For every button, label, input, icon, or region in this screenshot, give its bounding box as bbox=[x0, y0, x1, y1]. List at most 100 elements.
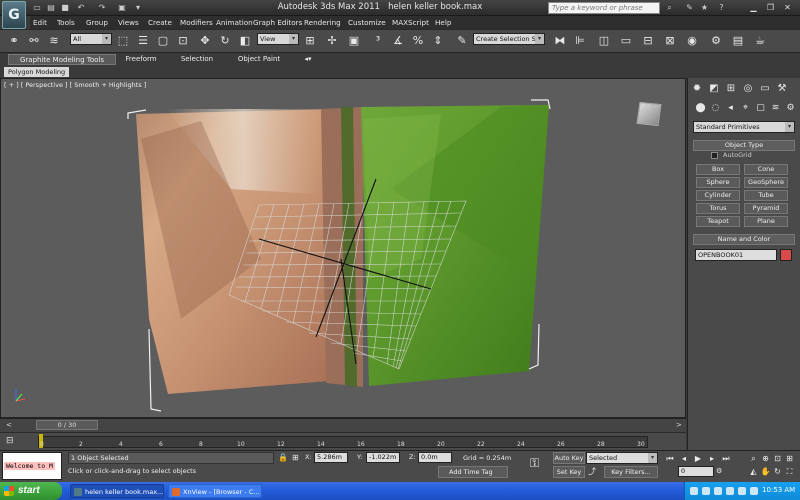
menu-edit[interactable]: Edit bbox=[33, 17, 47, 28]
z-coordinate-field[interactable]: 0.0m bbox=[418, 452, 452, 463]
reference-coordinate-dropdown[interactable]: View ▾ bbox=[257, 33, 299, 45]
open-file-icon[interactable]: ▤ bbox=[45, 2, 57, 13]
create-tab-icon[interactable]: ✹ bbox=[690, 82, 704, 96]
current-frame-field[interactable]: 0 bbox=[678, 466, 714, 477]
select-by-name-icon[interactable]: ☰ bbox=[135, 33, 151, 49]
maximize-viewport-icon[interactable]: ⛶ bbox=[784, 466, 795, 477]
minimize-icon[interactable]: ▁ bbox=[747, 2, 760, 13]
tray-icon-volume[interactable] bbox=[702, 487, 710, 495]
torus-button[interactable]: Torus bbox=[696, 203, 740, 214]
taskbar-item-xnview[interactable]: XnView - [Browser - C... bbox=[168, 484, 262, 498]
bind-space-warp-icon[interactable]: ≋ bbox=[46, 33, 62, 49]
tray-icon-update[interactable] bbox=[726, 487, 734, 495]
layer-manager-icon[interactable]: ◫ bbox=[596, 33, 612, 49]
project-folder-icon[interactable]: ▣ bbox=[116, 2, 128, 13]
application-button[interactable]: G bbox=[2, 1, 26, 29]
taskbar-item-3dsmax[interactable]: helen keller book.max... bbox=[70, 484, 164, 498]
teapot-button[interactable]: Teapot bbox=[696, 216, 740, 227]
absolute-mode-icon[interactable]: ⊞ bbox=[292, 453, 299, 462]
keyboard-shortcut-override-icon[interactable]: ▣ bbox=[346, 33, 362, 49]
taskbar-clock[interactable]: 10:53 AM bbox=[762, 486, 795, 494]
window-crossing-icon[interactable]: ⊡ bbox=[175, 33, 191, 49]
select-object-icon[interactable]: ⬚ bbox=[115, 33, 131, 49]
scale-icon[interactable]: ◧ bbox=[237, 33, 253, 49]
go-to-start-icon[interactable]: ⏮ bbox=[664, 453, 676, 464]
new-file-icon[interactable]: ▭ bbox=[31, 2, 43, 13]
panel-polygon-modeling[interactable]: Polygon Modeling bbox=[4, 67, 70, 77]
box-button[interactable]: Box bbox=[696, 164, 740, 175]
tray-icon-network[interactable] bbox=[690, 487, 698, 495]
hierarchy-tab-icon[interactable]: ⊞ bbox=[724, 82, 738, 96]
go-to-end-icon[interactable]: ⏭ bbox=[720, 453, 732, 464]
modify-tab-icon[interactable]: ◩ bbox=[707, 82, 721, 96]
set-key-button[interactable]: Set Key bbox=[553, 466, 585, 478]
display-tab-icon[interactable]: ▭ bbox=[758, 82, 772, 96]
move-icon[interactable]: ✥ bbox=[197, 33, 213, 49]
geosphere-button[interactable]: GeoSphere bbox=[744, 177, 788, 188]
menu-customize[interactable]: Customize bbox=[348, 17, 386, 28]
object-name-input[interactable]: OPENBOOK01 bbox=[695, 249, 777, 261]
time-slider[interactable]: 0 / 30 bbox=[36, 420, 98, 430]
utilities-tab-icon[interactable]: ⚒ bbox=[775, 82, 789, 96]
favorites-icon[interactable]: ★ bbox=[699, 2, 710, 13]
plane-button[interactable]: Plane bbox=[744, 216, 788, 227]
tray-icon-app[interactable] bbox=[738, 487, 746, 495]
systems-icon[interactable]: ⚙ bbox=[784, 102, 797, 115]
previous-frame-icon[interactable]: ◂ bbox=[678, 453, 690, 464]
restore-icon[interactable]: ❐ bbox=[764, 2, 777, 13]
menu-modifiers[interactable]: Modifiers bbox=[180, 17, 213, 28]
object-type-rollout-header[interactable]: Object Type bbox=[693, 140, 795, 151]
redo-icon[interactable]: ↷ bbox=[96, 2, 108, 13]
mini-curve-editor-icon[interactable]: ⊟ bbox=[6, 436, 20, 448]
rotate-icon[interactable]: ↻ bbox=[217, 33, 233, 49]
default-in-out-tangents-icon[interactable]: ⤴ bbox=[588, 466, 596, 477]
help-icon[interactable]: ? bbox=[716, 2, 727, 13]
shapes-icon[interactable]: ◌ bbox=[709, 102, 722, 115]
mirror-icon[interactable]: ⧓ bbox=[552, 33, 568, 49]
align-icon[interactable]: ⊫ bbox=[572, 33, 588, 49]
select-and-manipulate-icon[interactable]: ✢ bbox=[324, 33, 340, 49]
key-filters-button[interactable]: Key Filters... bbox=[604, 466, 658, 478]
lock-selection-icon[interactable]: 🔒 bbox=[278, 453, 288, 462]
graphite-toggle-icon[interactable]: ▭ bbox=[618, 33, 634, 49]
menu-rendering[interactable]: Rendering bbox=[304, 17, 341, 28]
space-warps-icon[interactable]: ≋ bbox=[769, 102, 782, 115]
rendered-frame-window-icon[interactable]: ▤ bbox=[730, 33, 746, 49]
autogrid-checkbox[interactable] bbox=[711, 152, 718, 159]
play-icon[interactable]: ▶ bbox=[692, 453, 704, 464]
link-icon[interactable]: ⚭ bbox=[6, 33, 22, 49]
motion-tab-icon[interactable]: ◎ bbox=[741, 82, 755, 96]
search-icon[interactable]: ⌕ bbox=[664, 2, 675, 13]
tray-icon-security[interactable] bbox=[714, 487, 722, 495]
tab-object-paint[interactable]: Object Paint bbox=[234, 54, 284, 65]
material-editor-icon[interactable]: ◉ bbox=[684, 33, 700, 49]
add-time-tag-button[interactable]: Add Time Tag bbox=[438, 466, 508, 478]
orbit-icon[interactable]: ↻ bbox=[772, 466, 783, 477]
primitive-category-dropdown[interactable]: Standard Primitives ▾ bbox=[693, 121, 795, 133]
menu-animation[interactable]: Animation bbox=[216, 17, 253, 28]
cone-button[interactable]: Cone bbox=[744, 164, 788, 175]
close-icon[interactable]: ✕ bbox=[781, 2, 794, 13]
selection-filter-dropdown[interactable]: All ▾ bbox=[70, 33, 112, 45]
sphere-button[interactable]: Sphere bbox=[696, 177, 740, 188]
menu-help[interactable]: Help bbox=[435, 17, 451, 28]
lights-icon[interactable]: ◂ bbox=[724, 102, 737, 115]
set-keys-icon[interactable]: ⚿ bbox=[530, 456, 539, 471]
menu-maxscript[interactable]: MAXScript bbox=[392, 17, 429, 28]
cylinder-button[interactable]: Cylinder bbox=[696, 190, 740, 201]
quick-access-dropdown-icon[interactable]: ▾ bbox=[132, 2, 144, 13]
edit-named-selection-icon[interactable]: ✎ bbox=[454, 33, 470, 49]
render-production-icon[interactable]: ☕ bbox=[752, 33, 768, 49]
geometry-icon[interactable]: ⬤ bbox=[694, 102, 707, 115]
snaps-toggle-icon[interactable]: ³ bbox=[370, 33, 386, 49]
zoom-extents-all-icon[interactable]: ⊞ bbox=[784, 453, 795, 464]
ribbon-options-icon[interactable]: ◂▾ bbox=[302, 54, 314, 65]
next-frame-icon[interactable]: ▸ bbox=[706, 453, 718, 464]
object-color-swatch[interactable] bbox=[780, 249, 792, 261]
tab-graphite-modeling-tools[interactable]: Graphite Modeling Tools bbox=[8, 54, 116, 65]
angle-snap-icon[interactable]: ∡ bbox=[390, 33, 406, 49]
named-selection-set-dropdown[interactable]: Create Selection Se ▾ bbox=[473, 33, 545, 45]
pan-view-icon[interactable]: ✋ bbox=[760, 466, 771, 477]
selection-region-icon[interactable]: ▢ bbox=[155, 33, 171, 49]
key-mode-dropdown[interactable]: Selected ▾ bbox=[586, 452, 658, 464]
